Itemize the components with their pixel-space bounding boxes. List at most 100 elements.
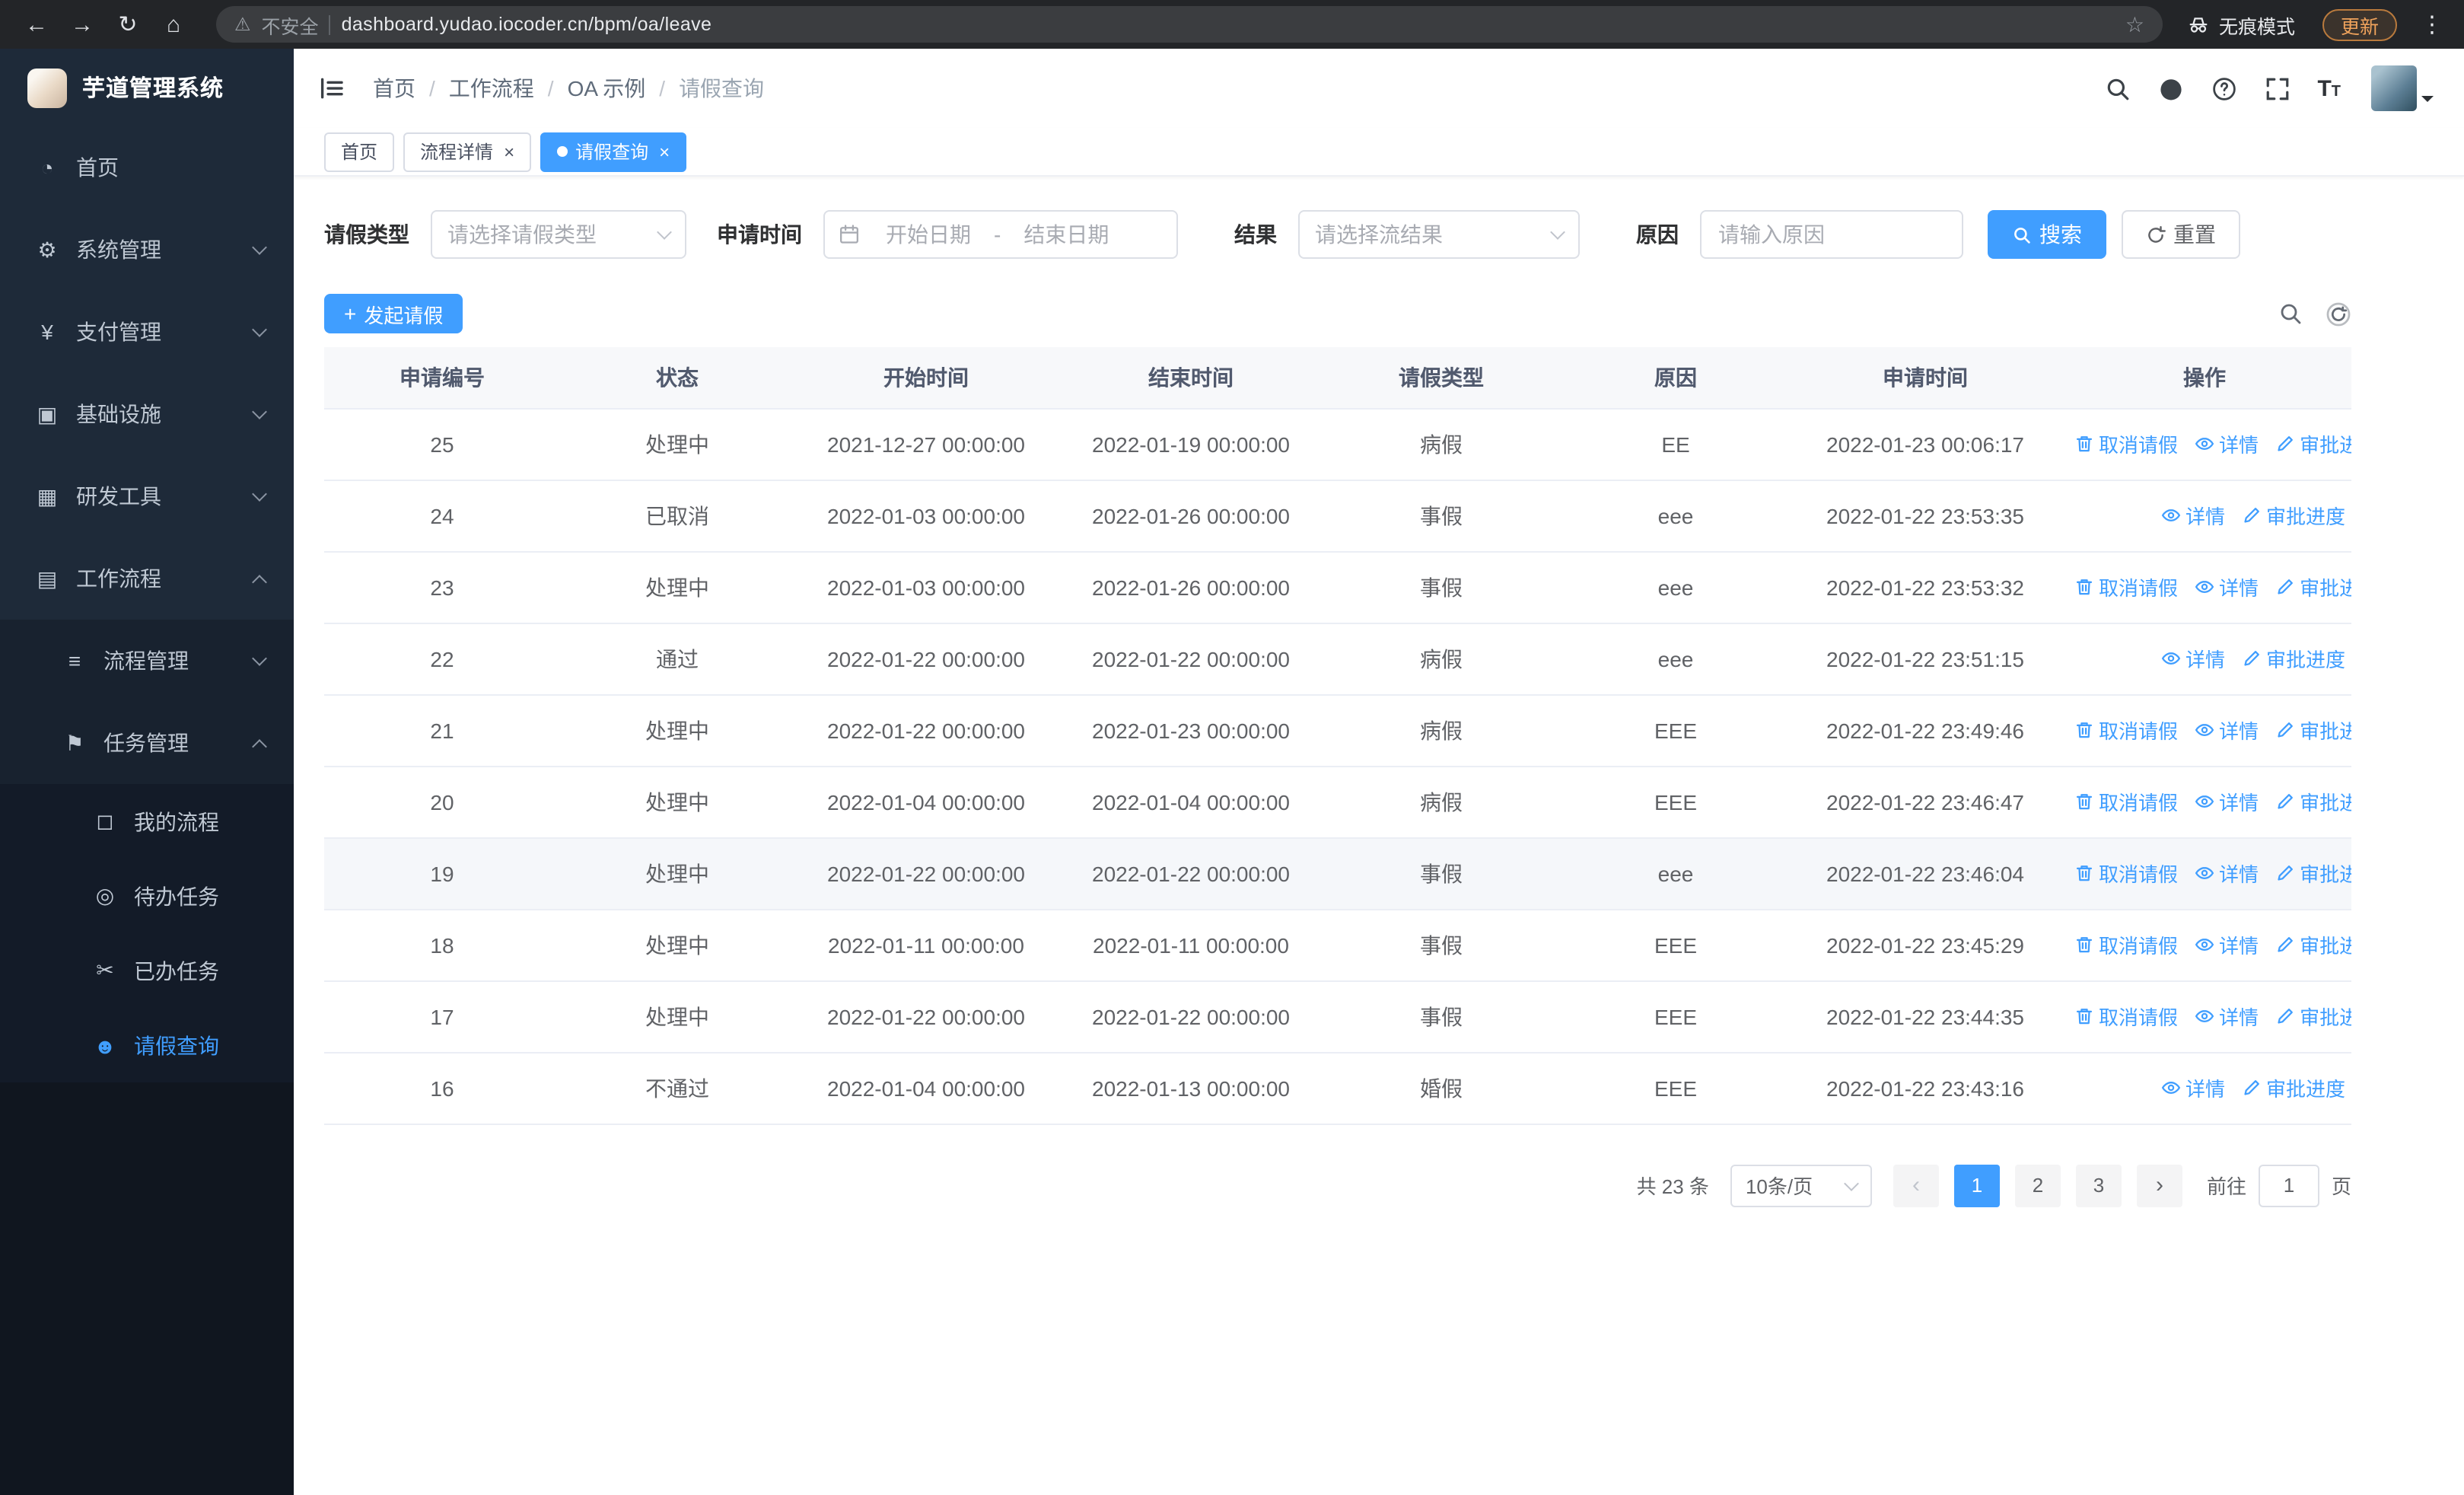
reload-button[interactable]: ↻ xyxy=(110,6,146,43)
github-icon[interactable] xyxy=(2157,75,2183,101)
sidebar-item-home[interactable]: ◔ 首页 xyxy=(0,126,294,209)
prev-page-button[interactable]: ‹ xyxy=(1893,1164,1939,1207)
sidebar-item-workflow[interactable]: ▤ 工作流程 xyxy=(0,537,294,620)
tab-home[interactable]: 首页 xyxy=(324,132,395,171)
cancel-leave-link[interactable]: 取消请假 xyxy=(2074,859,2178,888)
sidebar-item-task-mgmt[interactable]: ⚑ 任务管理 xyxy=(0,702,294,784)
payment-icon: ¥ xyxy=(41,320,53,344)
approval-progress-link[interactable]: 审批进度 xyxy=(2275,716,2351,744)
done-icon: ✂ xyxy=(96,958,114,982)
detail-link[interactable]: 详情 xyxy=(2161,1073,2225,1102)
update-button[interactable]: 更新 xyxy=(2322,8,2397,40)
approval-progress-link[interactable]: 审批进度 xyxy=(2275,429,2351,458)
tab-leave-query[interactable]: 请假查询 × xyxy=(540,132,687,171)
approval-progress-link[interactable]: 审批进度 xyxy=(2275,572,2351,601)
sidebar-item-process-mgmt[interactable]: ≡ 流程管理 xyxy=(0,620,294,702)
cell-start-time: 2022-01-04 00:00:00 xyxy=(794,766,1058,838)
breadcrumb-item[interactable]: 工作流程 xyxy=(449,73,534,104)
sidebar-item-devtools[interactable]: ▦ 研发工具 xyxy=(0,455,294,537)
browser-home-button[interactable]: ⌂ xyxy=(155,6,192,43)
detail-link[interactable]: 详情 xyxy=(2195,787,2259,816)
sidebar-item-leave-query[interactable]: ☻ 请假查询 xyxy=(0,1008,294,1082)
detail-link[interactable]: 详情 xyxy=(2195,859,2259,888)
tab-close-icon[interactable]: × xyxy=(659,141,670,162)
chevron-down-icon xyxy=(657,225,672,240)
breadcrumb-separator: / xyxy=(429,76,435,100)
detail-link[interactable]: 详情 xyxy=(2195,1002,2259,1031)
cell-start-time: 2022-01-11 00:00:00 xyxy=(794,909,1058,981)
sidebar-item-done-tasks[interactable]: ✂ 已办任务 xyxy=(0,933,294,1008)
cell-leave-type: 病假 xyxy=(1324,766,1558,838)
back-button[interactable]: ← xyxy=(18,6,55,43)
cancel-leave-link-label: 取消请假 xyxy=(2099,434,2179,457)
cancel-leave-link[interactable]: 取消请假 xyxy=(2074,930,2178,959)
cell-actions: 取消请假 详情 审批进度 xyxy=(2058,980,2351,1053)
detail-link[interactable]: 详情 xyxy=(2195,930,2259,959)
cell-apply-time: 2022-01-22 23:46:04 xyxy=(1793,837,2058,910)
approval-progress-link[interactable]: 审批进度 xyxy=(2275,787,2351,816)
cancel-leave-link[interactable]: 取消请假 xyxy=(2074,1002,2178,1031)
bookmark-star-icon[interactable]: ☆ xyxy=(2125,11,2144,37)
breadcrumb-item[interactable]: OA 示例 xyxy=(568,73,646,104)
app-logo[interactable]: 芋道管理系统 xyxy=(0,49,294,126)
approval-progress-link[interactable]: 审批进度 xyxy=(2242,644,2345,673)
column-header: 申请编号 xyxy=(324,347,560,409)
cancel-leave-link[interactable]: 取消请假 xyxy=(2074,429,2178,458)
cancel-leave-link[interactable]: 取消请假 xyxy=(2074,787,2178,816)
browser-menu-icon[interactable]: ⋮ xyxy=(2418,11,2446,38)
create-leave-button[interactable]: + 发起请假 xyxy=(324,294,463,333)
column-header: 原因 xyxy=(1558,347,1793,409)
cell-leave-type: 事假 xyxy=(1324,837,1558,910)
url-text[interactable]: dashboard.yudao.iocoder.cn/bpm/oa/leave xyxy=(342,14,712,35)
sidebar-item-infrastructure[interactable]: ▣ 基础设施 xyxy=(0,373,294,455)
page-size-select[interactable]: 10条/页 xyxy=(1730,1164,1872,1207)
tab-process-detail[interactable]: 流程详情 × xyxy=(403,132,532,171)
cancel-leave-link[interactable]: 取消请假 xyxy=(2074,572,2178,601)
result-select[interactable]: 请选择流结果 xyxy=(1298,210,1580,259)
approval-progress-link[interactable]: 审批进度 xyxy=(2275,859,2351,888)
detail-link[interactable]: 详情 xyxy=(2195,572,2259,601)
page-button-3[interactable]: 3 xyxy=(2075,1164,2122,1207)
cancel-leave-link[interactable]: 取消请假 xyxy=(2074,716,2178,744)
start-date-input[interactable] xyxy=(866,222,991,247)
reset-button[interactable]: 重置 xyxy=(2122,210,2240,259)
approval-progress-link[interactable]: 审批进度 xyxy=(2275,1002,2351,1031)
leave-type-select[interactable]: 请选择请假类型 xyxy=(431,210,686,259)
cell-apply-id: 23 xyxy=(324,551,560,623)
next-page-button[interactable]: › xyxy=(2136,1164,2182,1207)
collapse-menu-icon[interactable] xyxy=(318,75,345,102)
sidebar-item-payment[interactable]: ¥ 支付管理 xyxy=(0,291,294,373)
approval-progress-link[interactable]: 审批进度 xyxy=(2275,930,2351,959)
breadcrumb-item[interactable]: 首页 xyxy=(373,73,415,104)
detail-link[interactable]: 详情 xyxy=(2161,644,2225,673)
address-bar[interactable]: ⚠ 不安全 dashboard.yudao.iocoder.cn/bpm/oa/… xyxy=(216,6,2163,43)
detail-link-label: 详情 xyxy=(2219,935,2259,958)
font-size-icon[interactable]: TT xyxy=(2317,77,2341,100)
reason-input[interactable] xyxy=(1700,210,1963,259)
fullscreen-icon[interactable] xyxy=(2264,75,2290,101)
search-icon[interactable] xyxy=(2104,75,2130,101)
sidebar-item-todo-tasks[interactable]: ◎ 待办任务 xyxy=(0,859,294,933)
search-button[interactable]: 搜索 xyxy=(1988,210,2106,259)
forward-button[interactable]: → xyxy=(64,6,100,43)
table-search-icon[interactable] xyxy=(2278,301,2303,326)
approval-progress-link-label: 审批进度 xyxy=(2300,1006,2351,1029)
detail-link[interactable]: 详情 xyxy=(2161,501,2225,530)
user-menu[interactable] xyxy=(2371,65,2434,111)
cell-apply-time: 2022-01-22 23:51:15 xyxy=(1793,623,2058,695)
help-icon[interactable] xyxy=(2211,75,2236,101)
approval-progress-link[interactable]: 审批进度 xyxy=(2242,1073,2345,1102)
detail-link[interactable]: 详情 xyxy=(2195,716,2259,744)
page-button-1[interactable]: 1 xyxy=(1953,1164,2000,1207)
security-label[interactable]: 不安全 xyxy=(262,10,319,39)
apply-time-range-picker[interactable]: - xyxy=(823,210,1178,259)
approval-progress-link[interactable]: 审批进度 xyxy=(2242,501,2345,530)
end-date-input[interactable] xyxy=(1004,222,1129,247)
detail-link[interactable]: 详情 xyxy=(2195,429,2259,458)
sidebar-item-system[interactable]: ⚙ 系统管理 xyxy=(0,209,294,291)
tab-close-icon[interactable]: × xyxy=(504,141,514,162)
sidebar-item-my-process[interactable]: ◻ 我的流程 xyxy=(0,784,294,859)
page-button-2[interactable]: 2 xyxy=(2014,1164,2061,1207)
goto-page-input[interactable] xyxy=(2258,1164,2319,1207)
table-refresh-icon[interactable] xyxy=(2326,301,2351,327)
